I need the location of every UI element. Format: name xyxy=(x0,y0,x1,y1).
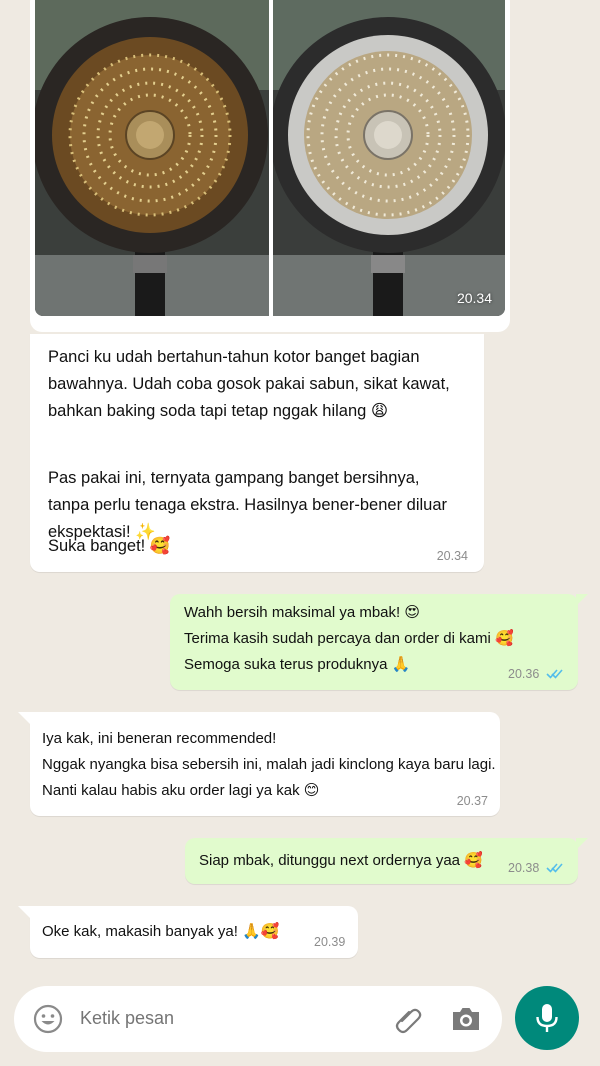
emoji-icon[interactable] xyxy=(32,1003,64,1035)
message-text: tanpa perlu tenaga ekstra. Hasilnya bene… xyxy=(48,496,447,514)
bubble-tail xyxy=(18,906,30,918)
attach-icon[interactable] xyxy=(392,1003,424,1035)
message-text: Nanti kalau habis aku order lagi ya kak … xyxy=(42,782,320,799)
message-input[interactable] xyxy=(80,1008,370,1029)
incoming-message[interactable]: Oke kak, makasih banyak ya! 🙏🥰 20.39 xyxy=(30,906,358,958)
message-text: Terima kasih sudah percaya dan order di … xyxy=(184,630,514,647)
message-text: Nggak nyangka bisa sebersih ini, malah j… xyxy=(42,756,496,773)
message-time: 20.34 xyxy=(456,290,492,306)
photo-dirty-pan[interactable] xyxy=(35,0,269,316)
message-time: 20.37 xyxy=(456,794,488,808)
mic-icon xyxy=(536,1004,558,1032)
bubble-tail xyxy=(576,838,588,850)
message-text: Oke kak, makasih banyak ya! 🙏🥰 xyxy=(42,923,280,940)
message-composer[interactable] xyxy=(14,986,502,1052)
bubble-tail xyxy=(18,712,30,724)
bubble-tail xyxy=(576,594,588,606)
message-text: Suka banget! 🥰 xyxy=(48,537,171,555)
message-text: Panci ku udah bertahun-tahun kotor bange… xyxy=(48,348,420,366)
chat-area: 20.34 Panci ku udah bertahun-tahun kotor… xyxy=(0,0,600,1066)
read-ticks-icon xyxy=(546,669,563,679)
message-text: Iya kak, ini beneran recommended! xyxy=(42,730,277,747)
message-text: Pas pakai ini, ternyata gampang banget b… xyxy=(48,469,420,487)
incoming-message[interactable]: Iya kak, ini beneran recommended! Nggak … xyxy=(30,712,500,816)
message-time: 20.39 xyxy=(314,935,346,949)
message-time: 20.38 xyxy=(508,861,540,875)
message-text: Semoga suka terus produknya 🙏 xyxy=(184,656,411,673)
outgoing-message[interactable]: Wahh bersih maksimal ya mbak! 😍 Terima k… xyxy=(170,594,578,690)
voice-record-button[interactable] xyxy=(515,986,579,1050)
read-ticks-icon xyxy=(546,863,563,873)
message-time: 20.34 xyxy=(436,549,468,563)
incoming-message[interactable]: Panci ku udah bertahun-tahun kotor bange… xyxy=(30,334,484,572)
message-text: bahkan baking soda tapi tetap nggak hila… xyxy=(48,402,389,420)
message-text: Wahh bersih maksimal ya mbak! 😍 xyxy=(184,604,420,621)
photo-clean-pan[interactable] xyxy=(273,0,505,316)
camera-icon[interactable] xyxy=(450,1004,482,1034)
message-text: bawahnya. Udah coba gosok pakai sabun, s… xyxy=(48,375,450,393)
outgoing-message[interactable]: Siap mbak, ditunggu next ordernya yaa 🥰 … xyxy=(185,838,578,884)
image-message[interactable]: 20.34 xyxy=(30,0,510,332)
message-time: 20.36 xyxy=(508,667,540,681)
message-text: Siap mbak, ditunggu next ordernya yaa 🥰 xyxy=(199,852,483,869)
